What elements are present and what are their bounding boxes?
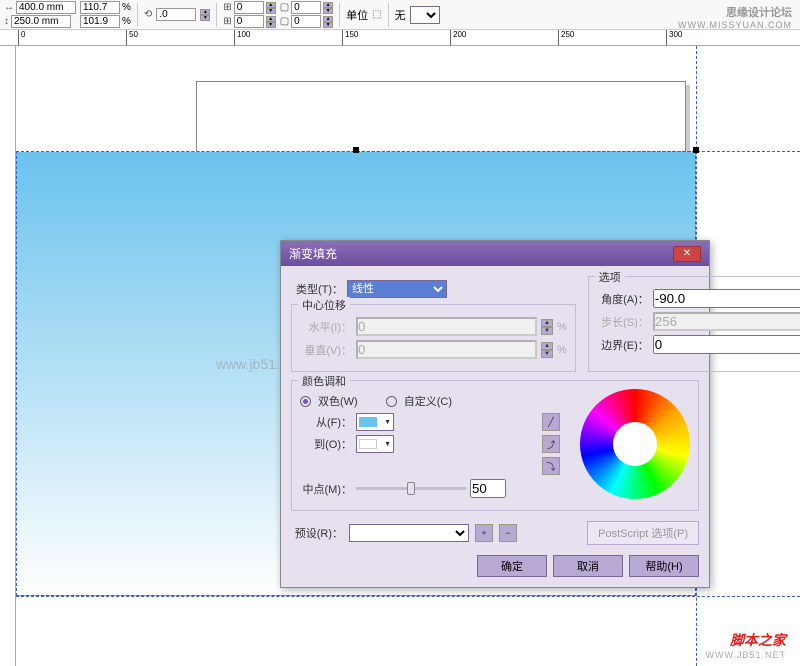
vert-input (356, 340, 537, 359)
scale-y-input[interactable] (80, 15, 120, 28)
height-input[interactable] (11, 15, 71, 28)
ok-button[interactable]: 确定 (477, 555, 547, 577)
vertical-ruler (0, 46, 16, 666)
postscript-options-button: PostScript 选项(P) (587, 521, 699, 545)
horizontal-ruler: 0 50 100 150 200 250 300 (0, 30, 800, 46)
width-input[interactable] (16, 1, 76, 14)
preset-remove-button[interactable]: − (499, 524, 517, 542)
unit-label: 单位 (346, 7, 368, 23)
offset-y-icon: ⊞ (223, 16, 231, 27)
unit-icon[interactable]: ⬚ (372, 9, 381, 20)
center-legend: 中心位移 (298, 297, 350, 313)
horiz-input (356, 317, 537, 336)
blend-legend: 颜色调和 (298, 373, 350, 389)
val-d-input[interactable] (291, 15, 321, 28)
guide-bottom[interactable] (16, 596, 800, 597)
none-label: 无 (395, 7, 406, 23)
selection-handle[interactable] (693, 147, 699, 153)
options-legend: 选项 (595, 269, 625, 285)
offset-a-spin[interactable]: ▲▼ (266, 2, 276, 14)
path-btn-3[interactable]: ⤵ (542, 457, 560, 475)
rotation-icon: ⟲ (144, 9, 152, 20)
angle-input[interactable] (653, 289, 800, 308)
preset-add-button[interactable]: + (475, 524, 493, 542)
offset-b-spin[interactable]: ▲▼ (266, 16, 276, 28)
none-select[interactable] (410, 6, 440, 24)
preset-select[interactable] (349, 524, 469, 542)
selection-handle[interactable] (353, 147, 359, 153)
type-select[interactable]: 线性 (347, 280, 447, 298)
offset-b-input[interactable] (234, 15, 264, 28)
to-color-select[interactable]: ▼ (356, 435, 394, 453)
val-c-input[interactable] (291, 1, 321, 14)
param-d-icon: ▢ (280, 16, 289, 27)
offset-x-icon: ⊞ (223, 2, 231, 13)
param-c-icon: ▢ (280, 2, 289, 13)
step-input (653, 312, 800, 331)
midpoint-slider[interactable] (356, 487, 466, 490)
custom-radio[interactable] (386, 396, 397, 407)
from-color-select[interactable]: ▼ (356, 413, 394, 431)
gradient-fill-dialog: 渐变填充 ✕ 类型(T)： 线性 中心位移 水平(I)：▲▼% 垂直(V)：▲▼… (280, 240, 710, 588)
height-icon: ↕ (4, 16, 9, 27)
type-label: 类型(T)： (291, 281, 343, 297)
page-boundary (196, 81, 686, 156)
close-icon[interactable]: ✕ (673, 246, 701, 262)
help-button[interactable]: 帮助(H) (629, 555, 699, 577)
footer-watermark: 脚本之家 WWW.JB51.NET (705, 630, 786, 660)
offset-a-input[interactable] (234, 1, 264, 14)
edge-input[interactable] (653, 335, 800, 354)
rotation-input[interactable] (156, 8, 196, 21)
path-btn-1[interactable]: ╱ (542, 413, 560, 431)
color-wheel[interactable] (580, 389, 690, 499)
dialog-title-text: 渐变填充 (289, 245, 337, 262)
width-icon: ↔ (4, 2, 14, 13)
dialog-titlebar[interactable]: 渐变填充 ✕ (281, 241, 709, 266)
midpoint-input[interactable] (470, 479, 506, 498)
scale-x-input[interactable] (80, 1, 120, 14)
twocolor-radio[interactable] (300, 396, 311, 407)
cancel-button[interactable]: 取消 (553, 555, 623, 577)
path-btn-2[interactable]: ⤴ (542, 435, 560, 453)
rotation-spinner[interactable]: ▲▼ (200, 9, 210, 21)
forum-watermark: 思缘设计论坛 WWW.MISSYUAN.COM (678, 4, 792, 30)
guide-top[interactable] (16, 151, 800, 152)
